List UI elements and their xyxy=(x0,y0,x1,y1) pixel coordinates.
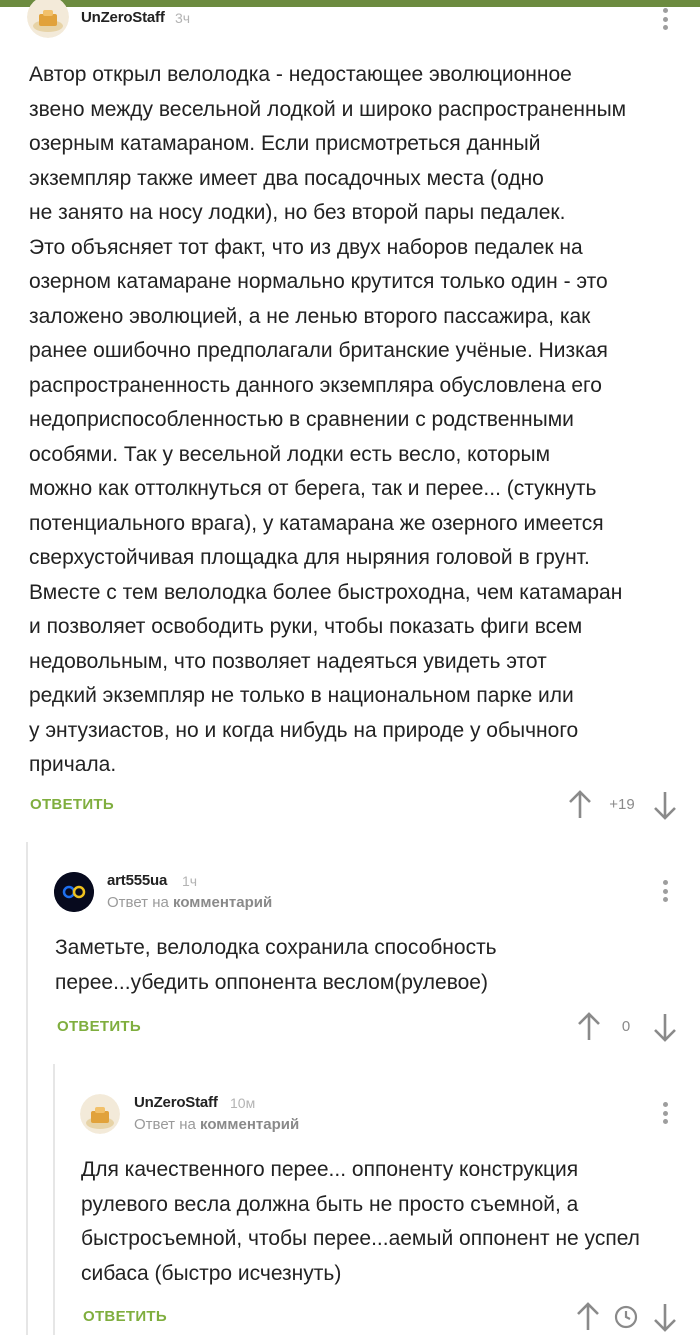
reply-button[interactable]: ОТВЕТИТЬ xyxy=(83,1308,167,1325)
text-line: быстросъемной, чтобы перее...аемый оппон… xyxy=(81,1227,640,1250)
comment-username[interactable]: UnZeroStaff xyxy=(134,1094,218,1111)
arrow-down-icon[interactable] xyxy=(652,1302,678,1332)
text-line: Для качественного перее... оппоненту кон… xyxy=(81,1158,579,1181)
more-vertical-icon[interactable] xyxy=(662,1102,668,1128)
avatar[interactable] xyxy=(80,1094,120,1134)
comment-text: Для качественного перее... оппоненту кон… xyxy=(81,1153,691,1291)
comment-reply: UnZeroStaff 10м Ответ на комментарий Для… xyxy=(0,0,700,1335)
arrow-up-icon[interactable] xyxy=(575,1302,601,1332)
reply-prefix: Ответ на xyxy=(134,1116,196,1133)
text-line: рулевого весла должна быть не просто съе… xyxy=(81,1192,579,1216)
reply-target-link[interactable]: комментарий xyxy=(200,1116,299,1133)
comment-time: 10м xyxy=(230,1095,256,1111)
text-line: сибаса (быстро исчезнуть) xyxy=(81,1261,342,1285)
clock-icon xyxy=(614,1305,638,1329)
reply-reference[interactable]: Ответ на комментарий xyxy=(134,1116,299,1133)
